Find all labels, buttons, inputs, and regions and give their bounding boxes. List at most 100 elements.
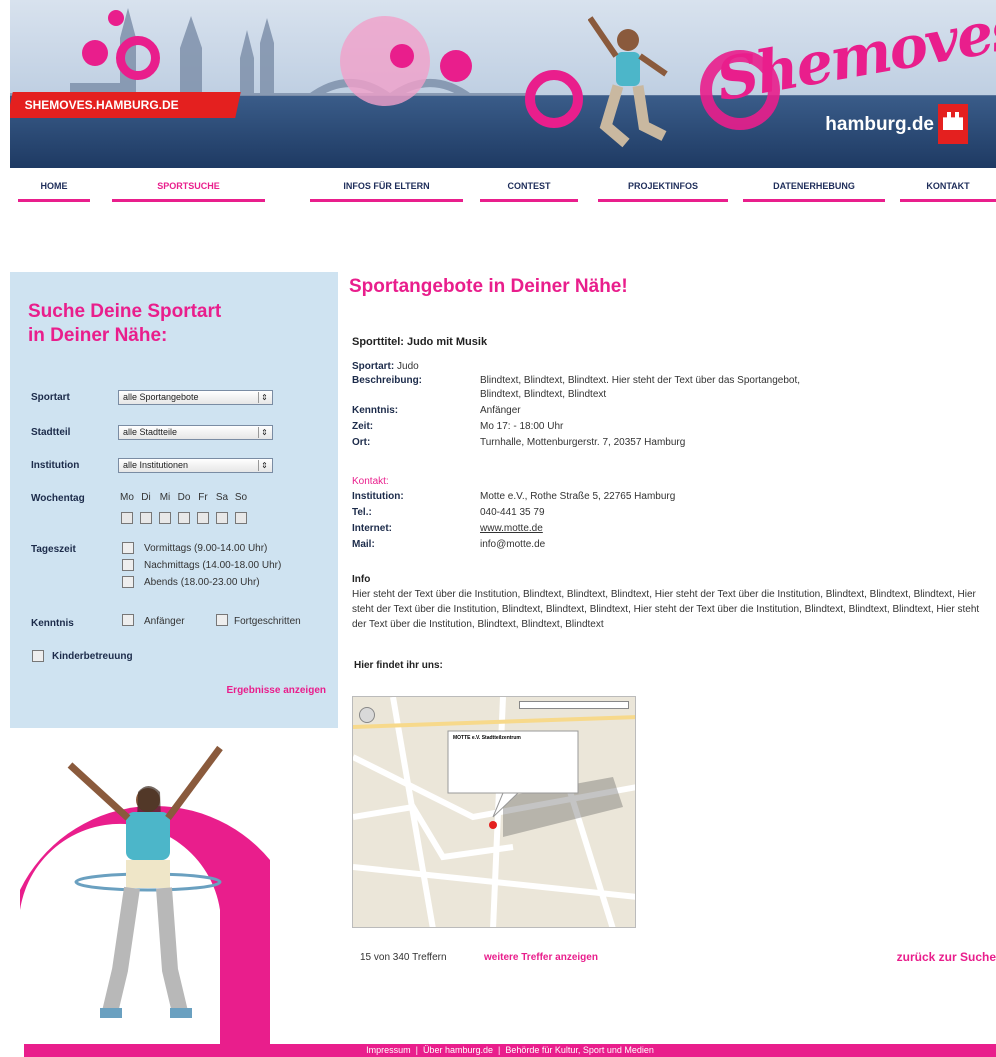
sport-title: Sporttitel: Judo mit Musik <box>352 336 488 348</box>
vormittags-checkbox[interactable] <box>122 542 134 554</box>
sportart-detail-value: Judo <box>397 361 419 372</box>
nachmittags-label: Nachmittags (14.00-18.00 Uhr) <box>144 560 282 571</box>
search-title-line1: Suche Deine Sportart <box>28 301 222 322</box>
nav-sportsuche[interactable]: SPORTSUCHE <box>112 178 265 202</box>
info-heading: Info <box>352 574 371 585</box>
select-arrow-icon: ⇕ <box>258 392 270 403</box>
deco-circle <box>390 44 414 68</box>
sportart-select-value: alle Sportangebote <box>123 392 199 402</box>
ort-detail-label: Ort: <box>352 436 370 449</box>
day-label-di: Di <box>141 492 151 503</box>
sportart-row: Sportart: Judo <box>352 360 419 373</box>
zeit-detail-value: Mo 17: - 18:00 Uhr <box>480 421 564 432</box>
search-panel: Suche Deine Sportart in Deiner Nähe: Spo… <box>10 272 338 728</box>
website-link[interactable]: www.motte.de <box>480 522 543 535</box>
day-checkbox-mi[interactable] <box>159 512 171 524</box>
select-arrow-icon: ⇕ <box>258 427 270 438</box>
beschreibung-label-text: Beschreibung: <box>352 375 423 386</box>
kenntnis-label-text: Kenntnis: <box>352 405 399 416</box>
footer-impressum-link[interactable]: Impressum <box>366 1045 411 1055</box>
hamburg-de-logo[interactable]: hamburg.de <box>825 114 934 136</box>
abends-label: Abends (18.00-23.00 Uhr) <box>144 577 260 588</box>
ort-detail-value: Turnhalle, Mottenburgerstr. 7, 20357 Ham… <box>480 437 686 448</box>
day-label-mi: Mi <box>159 492 171 503</box>
stadtteil-select[interactable]: alle Stadtteile ⇕ <box>118 425 273 440</box>
nav-kontakt[interactable]: KONTAKT <box>900 178 996 202</box>
select-arrow-icon: ⇕ <box>258 460 270 471</box>
institution-detail-value: Motte e.V., Rothe Straße 5, 22765 Hambur… <box>480 491 676 502</box>
anfaenger-checkbox[interactable] <box>122 614 134 626</box>
day-checkbox-do[interactable] <box>178 512 190 524</box>
day-checkbox-so[interactable] <box>235 512 247 524</box>
more-results-link[interactable]: weitere Treffer anzeigen <box>484 952 598 963</box>
internet-label-text: Internet: <box>352 523 392 534</box>
nav-contest[interactable]: CONTEST <box>480 178 578 202</box>
beschreibung-value-2: Blindtext, Blindtext, Blindtext <box>480 389 607 400</box>
map-zoom-control[interactable] <box>359 707 375 723</box>
tel-detail-label: Tel.: <box>352 506 372 519</box>
tageszeit-label: Tageszeit <box>31 544 76 555</box>
hits-count: 15 von 340 Treffern <box>360 952 447 963</box>
nav-datenerhebung[interactable]: DATENERHEBUNG <box>743 178 885 202</box>
jumping-girl-image <box>588 16 668 148</box>
zeit-detail-label: Zeit: <box>352 420 373 433</box>
nachmittags-checkbox[interactable] <box>122 559 134 571</box>
footer-behoerde-link[interactable]: Behörde für Kultur, Sport und Medien <box>505 1045 654 1055</box>
nav-projektinfos[interactable]: PROJEKTINFOS <box>598 178 728 202</box>
stadtteil-label: Stadtteil <box>31 427 71 438</box>
site-badge-text: SHEMOVES.HAMBURG.DE <box>24 98 179 112</box>
hamburg-castle-icon <box>938 104 968 144</box>
day-checkbox-di[interactable] <box>140 512 152 524</box>
search-panel-title: Suche Deine Sportart in Deiner Nähe: <box>28 300 328 348</box>
fortgeschritten-label: Fortgeschritten <box>234 616 301 627</box>
kinderbetreuung-checkbox[interactable] <box>32 650 44 662</box>
nav-home[interactable]: HOME <box>18 178 90 202</box>
deco-circle <box>525 70 583 128</box>
wochentag-label: Wochentag <box>31 493 85 504</box>
footer-ueber-link[interactable]: Über hamburg.de <box>423 1045 493 1055</box>
deco-circle <box>440 50 472 82</box>
institution-label: Institution <box>31 460 80 471</box>
map-type-buttons[interactable] <box>519 701 629 709</box>
hula-hoop-girl-image <box>20 745 270 1045</box>
day-checkbox-mo[interactable] <box>121 512 133 524</box>
institution-select[interactable]: alle Institutionen ⇕ <box>118 458 273 473</box>
map-popup-title: MOTTE e.V. Stadtteilzentrum <box>453 735 521 741</box>
location-map[interactable]: MOTTE e.V. Stadtteilzentrum <box>352 696 636 928</box>
day-checkbox-fr[interactable] <box>197 512 209 524</box>
abends-checkbox[interactable] <box>122 576 134 588</box>
kenntnis-detail-value: Anfänger <box>480 405 521 416</box>
mail-detail-value[interactable]: info@motte.de <box>480 538 545 551</box>
info-text: Hier steht der Text über die Institution… <box>352 589 980 630</box>
sportart-select[interactable]: alle Sportangebote ⇕ <box>118 390 273 405</box>
beschreibung-detail-label: Beschreibung: <box>352 374 422 387</box>
footer-separator: | <box>497 1045 501 1055</box>
deco-circle <box>340 16 430 106</box>
stadtteil-select-value: alle Stadtteile <box>123 427 178 437</box>
day-label-so: So <box>234 492 248 503</box>
deco-circle <box>82 40 108 66</box>
show-results-link[interactable]: Ergebnisse anzeigen <box>227 685 326 696</box>
header-banner: SHEMOVES.HAMBURG.DE Shemoves hamburg.de <box>10 0 996 168</box>
mail-label-text: Mail: <box>352 539 375 550</box>
nav-infos-fuer-eltern[interactable]: INFOS FÜR ELTERN <box>310 178 463 202</box>
tel-detail-value: 040-441 35 79 <box>480 507 545 518</box>
institution-select-value: alle Institutionen <box>123 460 189 470</box>
internet-detail-label: Internet: <box>352 522 392 535</box>
day-checkbox-sa[interactable] <box>216 512 228 524</box>
mail-detail-label: Mail: <box>352 538 375 551</box>
fortgeschritten-checkbox[interactable] <box>216 614 228 626</box>
find-us-heading: Hier findet ihr uns: <box>354 660 443 671</box>
search-title-line2: in Deiner Nähe: <box>28 325 168 346</box>
beschreibung-value-1: Blindtext, Blindtext, Blindtext. Hier st… <box>480 375 800 386</box>
map-graphic <box>353 697 635 927</box>
sportart-label: Sportart <box>31 392 70 403</box>
site-badge[interactable]: SHEMOVES.HAMBURG.DE <box>10 92 241 118</box>
kenntnis-label: Kenntnis <box>31 618 74 629</box>
deco-circle <box>116 36 160 80</box>
back-to-search-link[interactable]: zurück zur Suche <box>897 950 996 964</box>
footer-bar: Impressum | Über hamburg.de | Behörde für Ku… <box>24 1044 996 1057</box>
kontakt-heading: Kontakt: <box>352 476 389 487</box>
ort-label-text: Ort: <box>352 437 371 448</box>
tel-label-text: Tel.: <box>352 507 372 518</box>
